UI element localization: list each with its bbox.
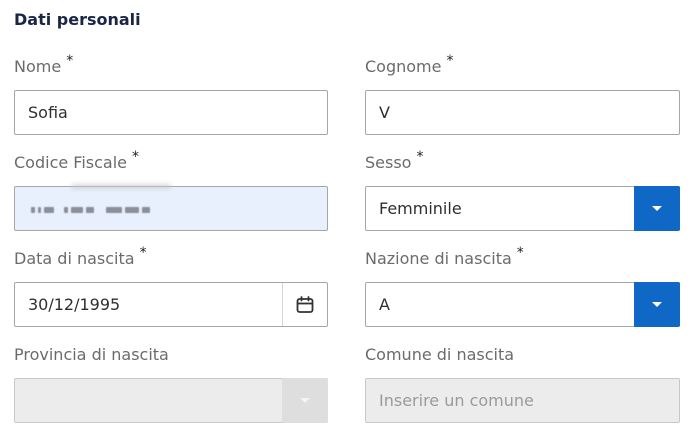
provincia-nascita-field-group: Provincia di nascita (14, 344, 328, 423)
codice-fiscale-field-group: Codice Fiscale * (14, 149, 328, 231)
required-asterisk: * (139, 245, 147, 261)
required-asterisk: * (516, 245, 524, 261)
sesso-dropdown-button[interactable] (634, 186, 680, 231)
cognome-label: Cognome * (365, 53, 454, 76)
comune-nascita-label: Comune di nascita (365, 345, 515, 364)
sesso-select[interactable]: Femminile (365, 186, 680, 231)
codice-fiscale-redacted-value (15, 199, 327, 218)
nome-label: Nome * (14, 53, 74, 76)
nazione-dropdown-button[interactable] (634, 282, 680, 327)
provincia-nascita-label: Provincia di nascita (14, 345, 169, 364)
chevron-down-icon (300, 398, 310, 403)
date-picker-button[interactable] (282, 283, 327, 326)
sesso-field-group: Sesso * Femminile (365, 149, 680, 231)
codice-fiscale-input[interactable] (14, 184, 328, 231)
data-nascita-field-group: Data di nascita * 30/12/1995 (14, 245, 328, 327)
provincia-nascita-select (14, 378, 328, 423)
sesso-label: Sesso * (365, 149, 424, 172)
chevron-down-icon (652, 206, 662, 211)
cognome-input[interactable]: V (365, 90, 680, 135)
sesso-value: Femminile (379, 199, 462, 218)
data-nascita-input[interactable]: 30/12/1995 (14, 282, 328, 327)
required-asterisk: * (66, 53, 74, 69)
comune-nascita-input: Inserire un comune (365, 378, 680, 423)
nazione-nascita-field-group: Nazione di nascita * A (365, 245, 680, 327)
provincia-dropdown-button (282, 378, 328, 423)
cognome-value: V (379, 103, 390, 122)
section-title: Dati personali (14, 10, 141, 29)
required-asterisk: * (132, 149, 139, 165)
nome-value: Sofia (28, 103, 68, 122)
nazione-nascita-label: Nazione di nascita * (365, 245, 524, 268)
redaction-blur (71, 184, 171, 189)
required-asterisk: * (416, 149, 424, 165)
required-asterisk: * (446, 53, 454, 69)
cognome-field-group: Cognome * V (365, 53, 680, 135)
data-nascita-value: 30/12/1995 (28, 295, 121, 314)
nazione-nascita-select[interactable]: A (365, 282, 680, 327)
nazione-nascita-value: A (379, 295, 390, 314)
comune-nascita-field-group: Comune di nascita Inserire un comune (365, 344, 680, 423)
chevron-down-icon (652, 302, 662, 307)
calendar-icon (296, 295, 314, 313)
codice-fiscale-label: Codice Fiscale * (14, 149, 139, 172)
comune-nascita-placeholder: Inserire un comune (379, 391, 534, 410)
data-nascita-label: Data di nascita * (14, 245, 147, 268)
nome-input[interactable]: Sofia (14, 90, 328, 135)
nome-field-group: Nome * Sofia (14, 53, 328, 135)
